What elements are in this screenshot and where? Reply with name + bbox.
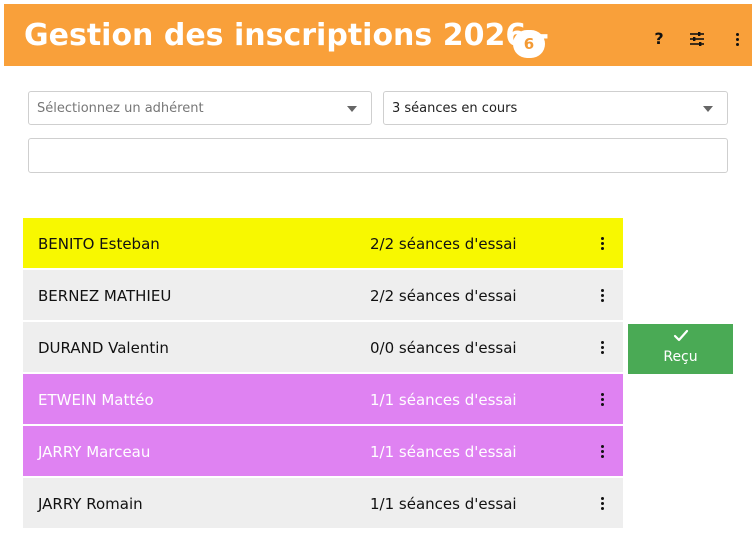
member-select-value: Sélectionnez un adhérent (37, 101, 204, 116)
list-item[interactable]: JARRY Marceau 1/1 séances d'essai (23, 426, 623, 476)
session-count: 1/1 séances d'essai (370, 495, 517, 513)
member-name: JARRY Marceau (38, 443, 151, 461)
session-count: 0/0 séances d'essai (370, 339, 517, 357)
app-header: Gestion des inscriptions 2026 - 6 ? (4, 4, 752, 66)
session-count: 2/2 séances d'essai (370, 235, 517, 253)
list-item[interactable]: JARRY Romain 1/1 séances d'essai (23, 478, 623, 528)
member-name: JARRY Romain (38, 495, 143, 513)
list-item[interactable]: BERNEZ MATHIEU 2/2 séances d'essai (23, 270, 623, 320)
member-name: DURAND Valentin (38, 339, 169, 357)
check-icon (673, 329, 689, 342)
sessions-select[interactable]: 3 séances en cours (383, 91, 728, 125)
sessions-select-value: 3 séances en cours (392, 101, 518, 116)
session-count: 1/1 séances d'essai (370, 391, 517, 409)
member-name: BERNEZ MATHIEU (38, 287, 172, 305)
session-count: 2/2 séances d'essai (370, 287, 517, 305)
member-name: BENITO Esteban (38, 235, 160, 253)
search-input[interactable] (28, 138, 728, 173)
chevron-down-icon (347, 106, 357, 112)
help-icon[interactable]: ? (648, 28, 670, 50)
chevron-down-icon (703, 106, 713, 112)
more-vert-icon[interactable] (591, 388, 613, 410)
count-badge: 6 (513, 30, 545, 58)
more-vert-icon[interactable] (591, 232, 613, 254)
list-item[interactable]: DURAND Valentin 0/0 séances d'essai (23, 322, 623, 372)
page-title: Gestion des inscriptions 2026 - (24, 18, 550, 53)
tune-icon[interactable] (686, 28, 708, 50)
more-vert-icon[interactable] (591, 440, 613, 462)
more-vert-icon[interactable] (591, 492, 613, 514)
session-count: 1/1 séances d'essai (370, 443, 517, 461)
list-item[interactable]: BENITO Esteban 2/2 séances d'essai (23, 218, 623, 268)
recu-button[interactable]: Reçu (628, 324, 733, 374)
more-vert-icon[interactable] (591, 336, 613, 358)
recu-button-label: Reçu (663, 349, 698, 365)
member-select[interactable]: Sélectionnez un adhérent (28, 91, 372, 125)
more-vert-icon[interactable] (726, 28, 748, 50)
more-vert-icon[interactable] (591, 284, 613, 306)
list-item[interactable]: ETWEIN Mattéo 1/1 séances d'essai (23, 374, 623, 424)
member-name: ETWEIN Mattéo (38, 391, 154, 409)
